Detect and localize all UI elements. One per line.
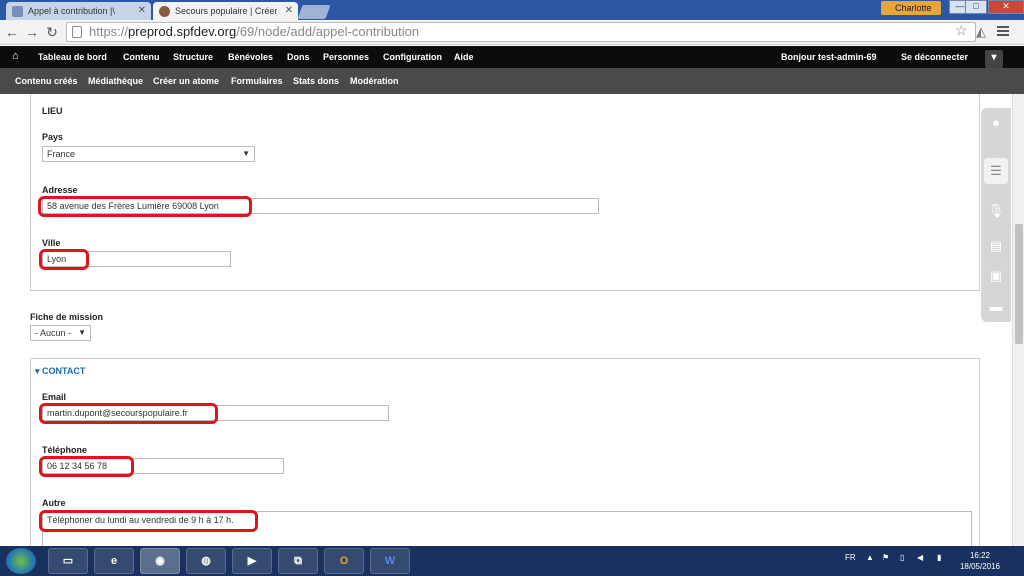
pays-value: France (47, 149, 76, 159)
contact-legend[interactable]: ▾ CONTACT (35, 366, 85, 377)
tab-appel-contribution[interactable]: Appel à contribution |\ ✕ (6, 2, 151, 20)
browser-tab-bar: Appel à contribution |\ ✕ Secours popula… (0, 0, 1024, 20)
network-icon[interactable]: ⧉ (278, 548, 318, 574)
shortcut-moderation[interactable]: Modération (350, 76, 399, 86)
url-input[interactable]: https://preprod.spfdev.org/69/node/add/a… (66, 22, 976, 42)
extension-icon[interactable]: ◭ (976, 24, 986, 40)
firefox-icon[interactable]: ◍ (186, 548, 226, 574)
close-icon[interactable]: ✕ (285, 5, 293, 16)
word-icon[interactable]: W (370, 548, 410, 574)
microphone-icon[interactable]: 🎙 (984, 198, 1008, 224)
fiche-mission-value: - Aucun - (35, 328, 72, 338)
adresse-field[interactable]: 58 avenue des Frères Lumière 69008 Lyon (42, 198, 599, 214)
internet-explorer-icon[interactable]: e (94, 548, 134, 574)
forward-arrow-icon[interactable]: → (24, 24, 40, 40)
shortcut-mediatheque[interactable]: Médiathèque (88, 76, 143, 86)
pays-select[interactable]: France ▼ (42, 146, 255, 162)
tab-title: Appel à contribution |\ (28, 6, 115, 16)
media-player-icon[interactable]: ▶ (232, 548, 272, 574)
home-icon[interactable]: ⌂ (12, 50, 19, 62)
show-hidden-icons[interactable]: ▲ (866, 553, 874, 562)
toolbar-item-contenu[interactable]: Contenu (123, 52, 160, 62)
close-window-button[interactable]: ✕ (988, 0, 1024, 14)
list-icon[interactable]: ☰ (984, 158, 1008, 184)
profile-chip[interactable]: Charlotte (881, 1, 941, 15)
outlook-icon[interactable]: O (324, 548, 364, 574)
new-tab-button[interactable] (297, 5, 331, 19)
tab-secours-populaire[interactable]: Secours populaire | Créer ✕ (153, 2, 298, 20)
shortcut-creer-un-atome[interactable]: Créer un atome (153, 76, 219, 86)
flag-icon[interactable]: ⚑ (882, 553, 889, 562)
browser-menu-icon[interactable] (997, 26, 1009, 36)
chrome-icon[interactable]: ◉ (140, 548, 180, 574)
greeting-text: Bonjour (781, 52, 816, 62)
toolbar-item-structure[interactable]: Structure (173, 52, 213, 62)
url-host: preprod.spfdev.org (128, 24, 237, 39)
url-path: /69/node/add/appel-contribution (236, 24, 420, 39)
document-icon[interactable]: ▤ (984, 233, 1008, 259)
logout-link[interactable]: Se déconnecter (901, 52, 968, 62)
file-explorer-icon[interactable]: ▭ (48, 548, 88, 574)
telephone-label: Téléphone (42, 445, 88, 455)
autre-textarea[interactable]: Téléphoner du lundi au vendredi de 9 h à… (42, 511, 972, 546)
battery-icon[interactable]: ▯ (900, 553, 904, 562)
ville-label: Ville (42, 238, 61, 248)
video-icon[interactable]: ▬ (984, 294, 1008, 320)
reload-icon[interactable]: ↻ (44, 24, 60, 40)
shortcut-formulaires[interactable]: Formulaires (231, 76, 283, 86)
windows-taskbar: ▭ e ◉ ◍ ▶ ⧉ O W FR ▲ ⚑ ▯ ◀ ▮ 16:22 18/05… (0, 546, 1024, 576)
lock-icon (72, 26, 82, 38)
language-indicator[interactable]: FR (845, 553, 856, 562)
time: 16:22 (969, 551, 991, 560)
username[interactable]: test-admin-69 (818, 52, 877, 62)
adresse-label: Adresse (42, 185, 78, 195)
fiche-mission-label: Fiche de mission (30, 312, 104, 322)
record-icon[interactable]: ● (984, 110, 1008, 136)
page-content: LIEU Pays France ▼ Adresse 58 avenue des… (0, 94, 1012, 546)
back-arrow-icon[interactable]: ← (4, 24, 20, 40)
windows-start-button[interactable] (6, 548, 36, 574)
toolbar-item-tableau-de-bord[interactable]: Tableau de bord (38, 52, 107, 62)
toggle-drawer-icon[interactable]: ▾ (985, 50, 1003, 68)
bookmark-star-icon[interactable]: ☆ (955, 22, 968, 39)
close-icon[interactable]: ✕ (138, 5, 146, 16)
scrollbar-thumb[interactable] (1015, 224, 1023, 344)
shortcut-stats-dons[interactable]: Stats dons (293, 76, 339, 86)
admin-toolbar: ⌂ Tableau de bord Contenu Structure Béné… (0, 46, 1024, 68)
greeting: Bonjour test-admin-69 (781, 52, 877, 62)
toolbar-item-dons[interactable]: Dons (287, 52, 310, 62)
favicon-icon (159, 6, 170, 17)
image-icon[interactable]: ▣ (984, 263, 1008, 289)
pays-label: Pays (42, 132, 64, 142)
toolbar-item-aide[interactable]: Aide (454, 52, 474, 62)
ville-field[interactable]: Lyon (42, 251, 231, 267)
address-bar: ← → ↻ https://preprod.spfdev.org/69/node… (0, 20, 1024, 45)
email-label: Email (42, 392, 67, 402)
clock[interactable]: 16:22 18/05/2016 (958, 550, 1002, 572)
date: 18/05/2016 (959, 562, 1001, 571)
tab-title: Secours populaire | Créer (175, 6, 278, 16)
network-tray-icon[interactable]: ▮ (937, 553, 941, 562)
url-protocol: https:// (89, 24, 129, 39)
shortcuts-bar: Contenu créés Médiathèque Créer un atome… (0, 68, 1024, 94)
volume-icon[interactable]: ◀ (917, 553, 923, 562)
chevron-down-icon: ▼ (242, 149, 250, 158)
lieu-heading: LIEU (42, 106, 63, 116)
favicon-icon (12, 6, 23, 17)
autre-label: Autre (42, 498, 66, 508)
email-field[interactable]: martin.dupont@secourspopulaire.fr (42, 405, 389, 421)
maximize-button[interactable]: □ (965, 0, 987, 14)
media-side-panel: ● ☰ 🎙 ▤ ▣ ▬ (981, 108, 1011, 322)
fiche-mission-select[interactable]: - Aucun - ▼ (30, 325, 91, 341)
telephone-field[interactable]: 06 12 34 56 78 (42, 458, 284, 474)
toolbar-item-configuration[interactable]: Configuration (383, 52, 442, 62)
chevron-down-icon: ▼ (78, 328, 86, 337)
page-scrollbar[interactable] (1012, 94, 1024, 546)
toolbar-item-benevoles[interactable]: Bénévoles (228, 52, 273, 62)
shortcut-contenu-crees[interactable]: Contenu créés (15, 76, 78, 86)
toolbar-item-personnes[interactable]: Personnes (323, 52, 369, 62)
